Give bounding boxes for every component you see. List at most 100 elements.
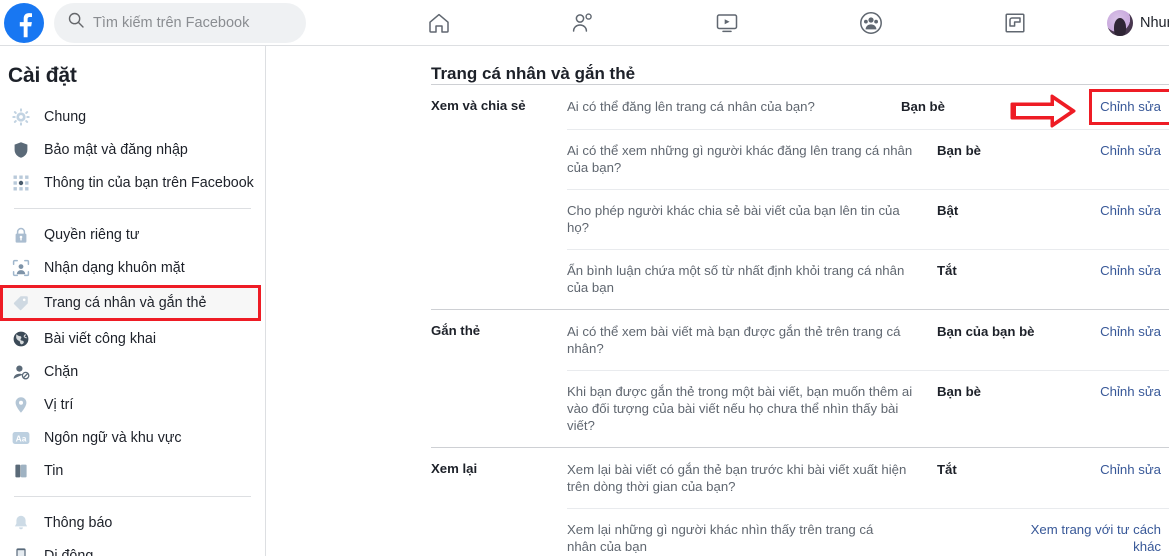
row-value: Tắt: [937, 263, 957, 278]
row-question: Xem lại bài viết có gắn thẻ bạn trước kh…: [567, 462, 907, 494]
settings-table: Xem và chia sẻ Ai có thể đăng lên trang …: [267, 84, 1169, 556]
sidebar-item-ngon-ngu-va-khu-vuc[interactable]: Aa Ngôn ngữ và khu vực: [0, 421, 265, 454]
settings-section: Xem lại Xem lại bài viết có gắn thẻ bạn …: [431, 447, 1169, 556]
sidebar-item-thong-bao[interactable]: Thông báo: [0, 506, 265, 539]
search-input[interactable]: [93, 14, 292, 31]
top-navigation-bar: Nhur: [0, 0, 1169, 46]
sidebar-item-quyen-rieng-tu[interactable]: Quyền riêng tư: [0, 218, 265, 251]
settings-section: Gắn thẻ Ai có thể xem bài viết mà bạn đư…: [431, 309, 1169, 447]
edit-link[interactable]: Chỉnh sửa: [1100, 142, 1161, 159]
lock-icon: [10, 224, 32, 246]
section-label: Xem và chia sẻ: [431, 98, 526, 113]
profile-name: Nhur: [1140, 14, 1169, 31]
sidebar-item-vi-tri[interactable]: Vị trí: [0, 388, 265, 421]
edit-link[interactable]: Chỉnh sửa: [1100, 262, 1161, 279]
table-row: Ai có thể xem những gì người khác đăng l…: [431, 129, 1169, 189]
sidebar-item-label: Di động: [44, 547, 94, 556]
sidebar-item-thong-tin-cua-ban-tren-facebook[interactable]: Thông tin của bạn trên Facebook: [0, 166, 265, 199]
sidebar-divider: [14, 496, 251, 497]
table-row: Xem lại Xem lại bài viết có gắn thẻ bạn …: [431, 448, 1169, 508]
row-action-cell: Chỉnh sửa: [1055, 461, 1169, 479]
row-action-cell: Chỉnh sửa: [1055, 383, 1169, 401]
row-value: Bật: [937, 203, 959, 218]
nav-icon-group: [346, 6, 1107, 40]
sidebar-item-label: Quyền riêng tư: [44, 226, 140, 243]
sidebar-item-label: Chung: [44, 108, 87, 125]
table-row: Xem và chia sẻ Ai có thể đăng lên trang …: [431, 85, 1169, 129]
tag-icon: [10, 292, 32, 314]
sidebar-item-di-dong[interactable]: Di động: [0, 539, 265, 556]
sidebar-item-label: Tin: [44, 462, 64, 479]
globe-icon: [10, 328, 32, 350]
sidebar-item-label: Ngôn ngữ và khu vực: [44, 429, 182, 446]
row-value: Tắt: [937, 462, 957, 477]
edit-link[interactable]: Chỉnh sửa: [1089, 89, 1169, 125]
table-row: Gắn thẻ Ai có thể xem bài viết mà bạn đư…: [431, 310, 1169, 370]
row-value: Bạn bè: [937, 143, 981, 158]
sidebar-item-tin[interactable]: Tin: [0, 454, 265, 487]
bell-icon: [10, 512, 32, 534]
shield-icon: [10, 139, 32, 161]
row-question: Xem lại những gì người khác nhìn thấy tr…: [567, 522, 874, 554]
home-icon[interactable]: [417, 6, 461, 40]
row-action-cell: Xem trang với tư cách khác: [1026, 521, 1169, 556]
sidebar-item-trang-ca-nhan-va-gan-the[interactable]: Trang cá nhân và gắn thẻ: [0, 285, 261, 321]
profile-menu-button[interactable]: Nhur: [1107, 9, 1169, 36]
sidebar-item-bai-viet-cong-khai[interactable]: Bài viết công khai: [0, 322, 265, 355]
sidebar-item-label: Thông tin của bạn trên Facebook: [44, 174, 254, 191]
row-question: Khi bạn được gắn thẻ trong một bài viết,…: [567, 384, 913, 433]
facebook-logo-icon[interactable]: [4, 2, 44, 43]
sidebar-item-label: Bài viết công khai: [44, 330, 157, 347]
sidebar-item-bao-mat-va-dang-nhap[interactable]: Bảo mật và đăng nhập: [0, 133, 265, 166]
main-content: Trang cá nhân và gắn thẻ Xem và chia sẻ …: [267, 46, 1169, 556]
gaming-icon[interactable]: [993, 6, 1037, 40]
avatar: [1107, 9, 1133, 36]
table-row: Khi bạn được gắn thẻ trong một bài viết,…: [431, 370, 1169, 447]
sidebar-item-label: Thông báo: [44, 514, 113, 531]
table-row: Ẩn bình luận chứa một số từ nhất định kh…: [431, 249, 1169, 309]
table-row: Xem lại những gì người khác nhìn thấy tr…: [431, 508, 1169, 556]
search-icon: [68, 12, 84, 33]
sidebar-divider: [14, 208, 251, 209]
row-action-cell: Chỉnh sửa: [1055, 262, 1169, 280]
row-question: Ai có thể đăng lên trang cá nhân của bạn…: [567, 99, 815, 114]
sidebar-item-label: Chặn: [44, 363, 79, 380]
red-arrow-right-icon: [1010, 93, 1076, 134]
row-question: Ai có thể xem bài viết mà bạn được gắn t…: [567, 324, 901, 356]
face-recognition-icon: [10, 257, 32, 279]
language-aa-icon: Aa: [10, 427, 32, 449]
block-user-icon: [10, 361, 32, 383]
row-action-cell: Chỉnh sửa: [1055, 142, 1169, 160]
gear-icon: [10, 106, 32, 128]
sidebar-item-chung[interactable]: Chung: [0, 100, 265, 133]
row-action-cell: Chỉnh sửa: [1055, 202, 1169, 220]
edit-link[interactable]: Chỉnh sửa: [1100, 202, 1161, 219]
settings-section: Xem và chia sẻ Ai có thể đăng lên trang …: [431, 84, 1169, 309]
row-action-cell: Chỉnh sửa: [1055, 323, 1169, 341]
groups-icon[interactable]: [849, 6, 893, 40]
sidebar-item-nhan-dang-khuon-mat[interactable]: Nhận dạng khuôn mặt: [0, 251, 265, 284]
sidebar-item-label: Vị trí: [44, 396, 74, 413]
content-title: Trang cá nhân và gắn thẻ: [431, 64, 636, 83]
edit-link[interactable]: Chỉnh sửa: [1100, 383, 1161, 400]
friends-icon[interactable]: [561, 6, 605, 40]
svg-text:Aa: Aa: [16, 433, 27, 443]
row-question: Ẩn bình luận chứa một số từ nhất định kh…: [567, 263, 905, 295]
edit-link[interactable]: Chỉnh sửa: [1100, 461, 1161, 478]
row-value: Bạn bè: [937, 384, 981, 399]
row-question: Cho phép người khác chia sẻ bài viết của…: [567, 203, 900, 235]
table-row: Cho phép người khác chia sẻ bài viết của…: [431, 189, 1169, 249]
search-box[interactable]: [54, 2, 306, 43]
section-label: Xem lại: [431, 461, 478, 476]
view-as-link[interactable]: Xem trang với tư cách khác: [1026, 521, 1161, 555]
edit-link[interactable]: Chỉnh sửa: [1100, 323, 1161, 340]
row-question: Ai có thể xem những gì người khác đăng l…: [567, 143, 913, 175]
sidebar-item-chan[interactable]: Chặn: [0, 355, 265, 388]
section-label: Gắn thẻ: [431, 323, 481, 338]
watch-icon[interactable]: [705, 6, 749, 40]
page-title: Cài đặt: [8, 64, 77, 87]
grid-dots-icon: [10, 172, 32, 194]
sidebar-item-label: Bảo mật và đăng nhập: [44, 141, 188, 158]
sidebar-item-label: Trang cá nhân và gắn thẻ: [44, 295, 207, 311]
sidebar-item-label: Nhận dạng khuôn mặt: [44, 259, 185, 276]
